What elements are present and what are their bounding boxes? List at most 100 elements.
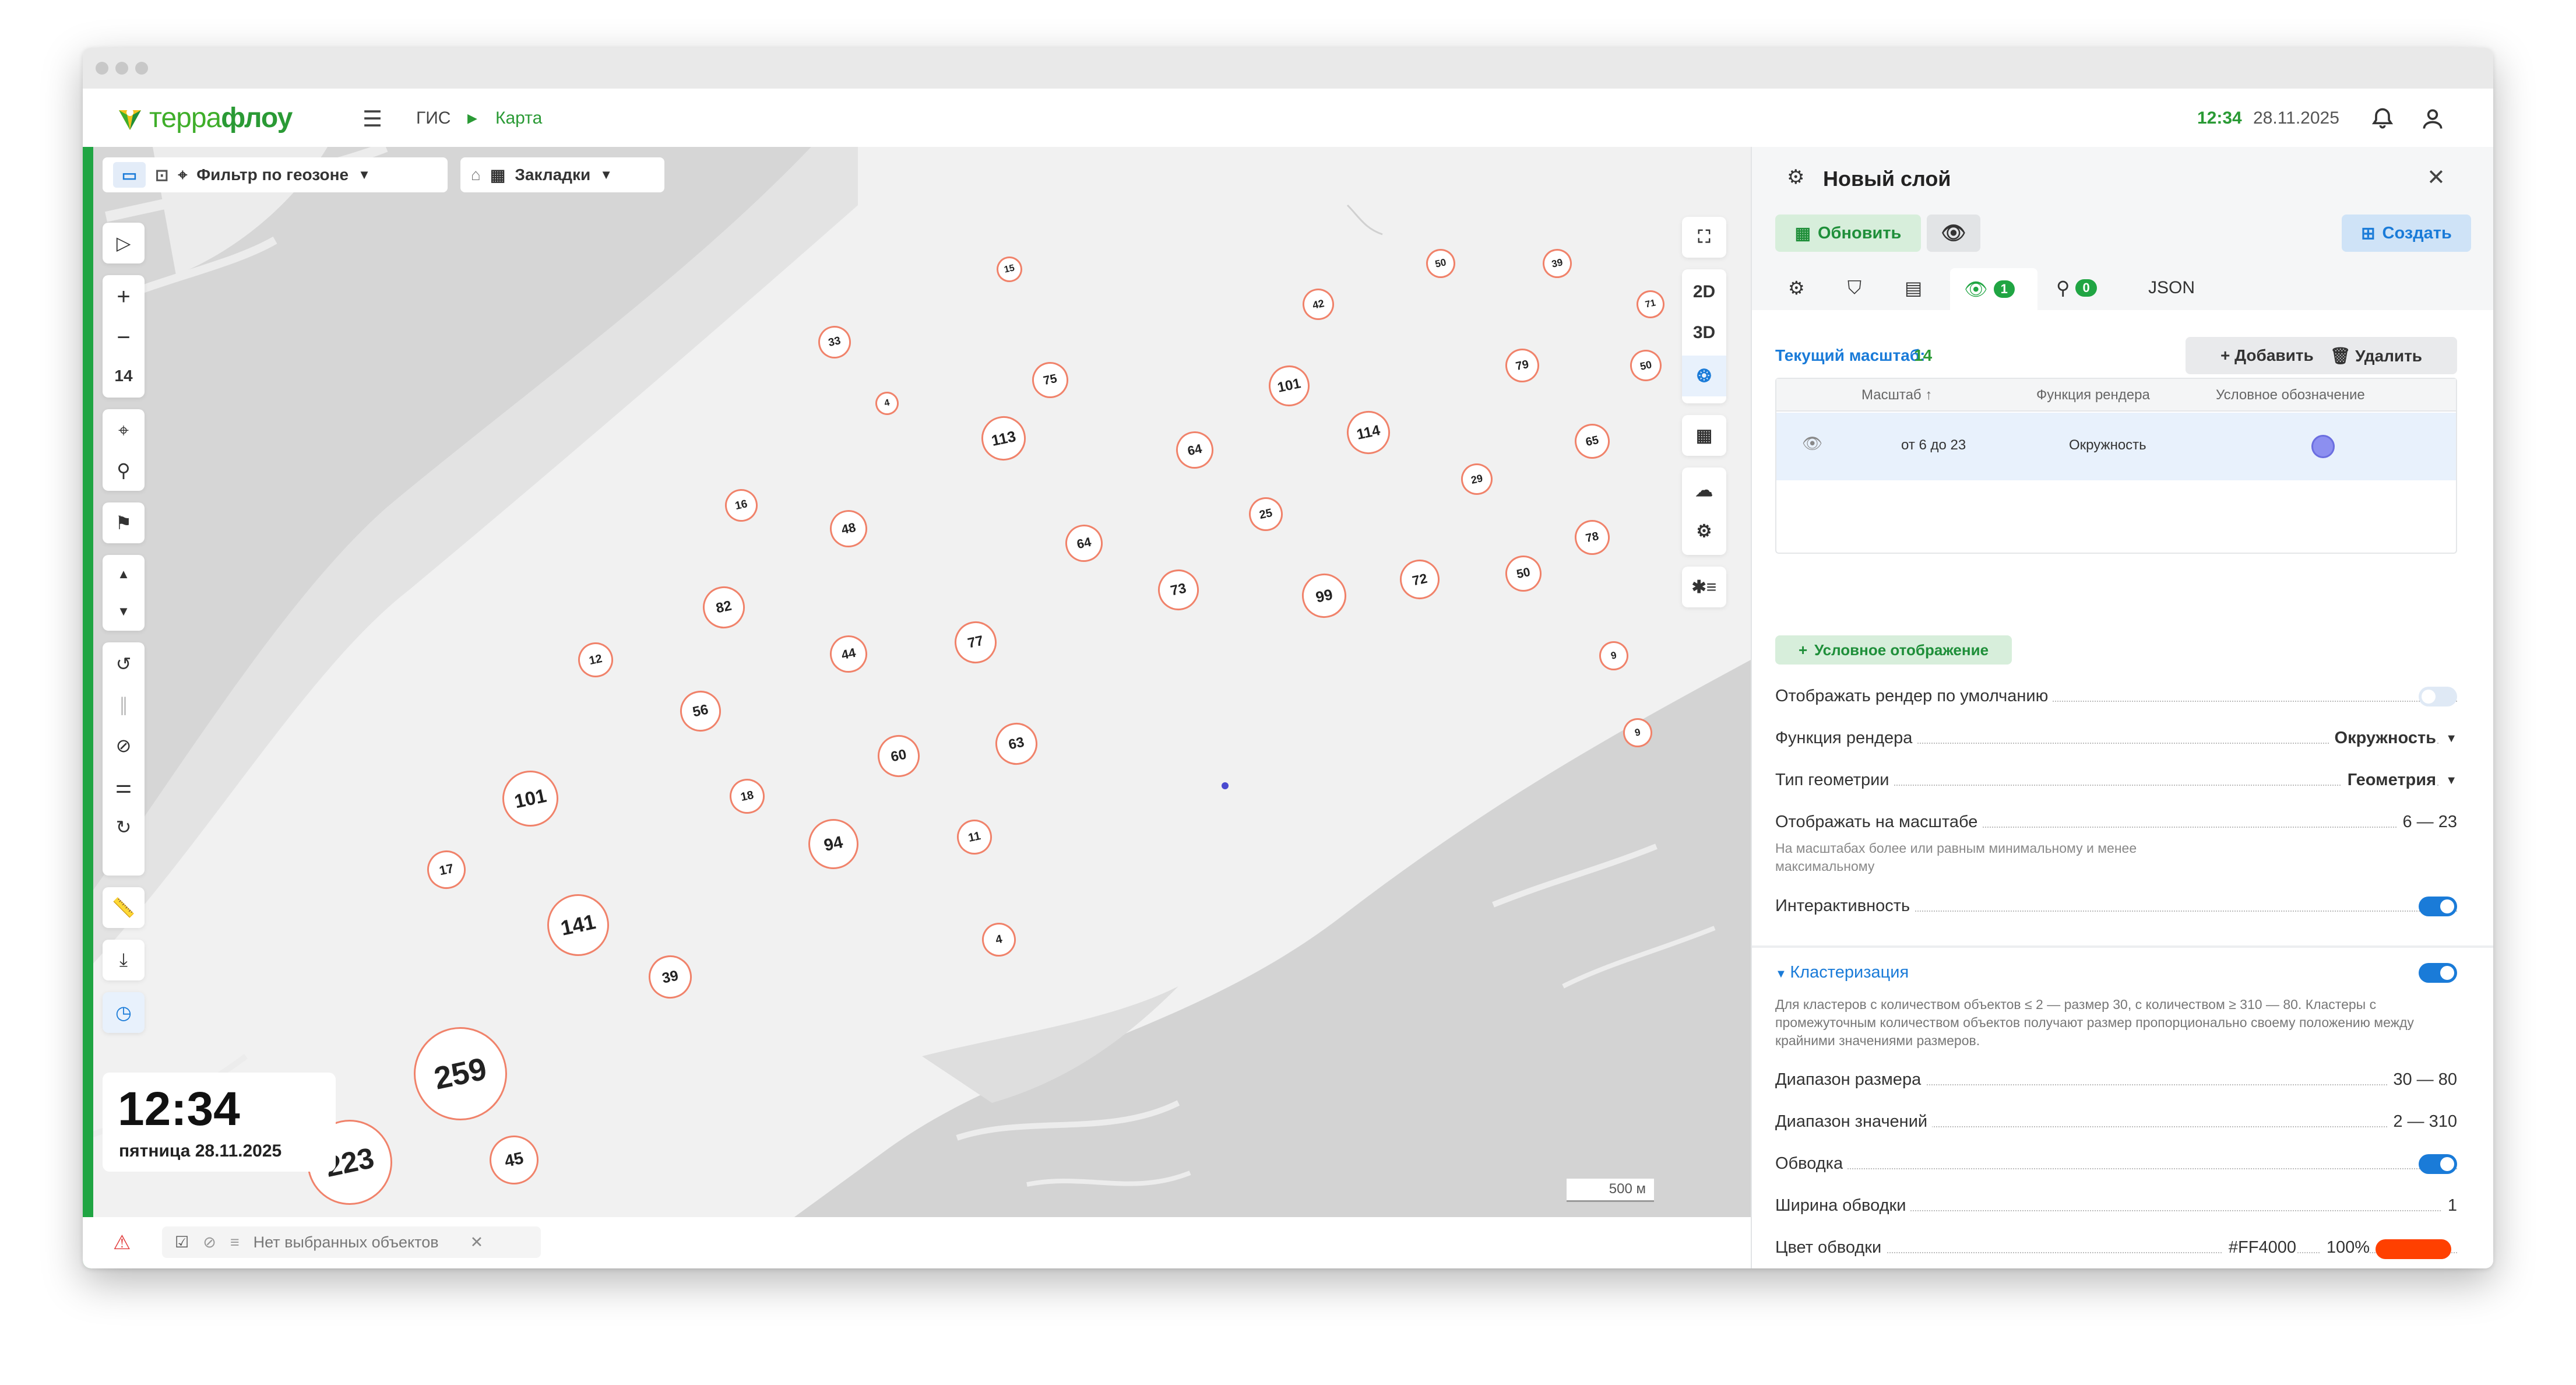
tab-settings[interactable]: ⚙ [1788,269,1805,307]
play-icon[interactable]: ▷ [103,224,145,262]
bell-icon[interactable] [2370,106,2395,132]
legend-icon[interactable]: ✱≡ [1682,567,1726,607]
cluster-count: 141 [558,909,598,940]
close-icon[interactable]: ✕ [2427,164,2445,191]
visibility-count-badge: 1 [1993,280,2015,298]
stroke-width-row: Ширина обводки 1 [1775,1194,2457,1219]
table-row[interactable]: 👁 от 6 до 23 Окружность [1776,413,2456,480]
stroke-color-swatch[interactable] [2376,1239,2451,1259]
window-control-dot[interactable] [115,62,128,75]
window-control-dot[interactable] [135,62,148,75]
map-book-icon: ▦ [490,166,506,184]
tab-visibility[interactable]: 👁 1 [1950,268,2037,310]
plus-icon: + [1798,641,1808,659]
deselect-icon[interactable]: ⊘ [203,1233,216,1252]
select-area-icon[interactable]: ▭ [113,162,146,188]
tab-json[interactable]: JSON [2148,269,2195,307]
select-region-icon[interactable]: ⊡ [155,166,168,185]
current-scale-value: 14 [1914,346,1933,364]
app-window: террафлоу ☰ ГИС ▶ Карта 12:34 28.11.2025 [83,48,2493,1268]
eye-icon[interactable]: 👁 [1802,434,1823,453]
chevron-down-icon[interactable]: ▼ [358,167,371,182]
cluster-count: 16 [734,498,749,512]
map-layers-icon[interactable]: ▦ [1682,415,1726,456]
settings-icon[interactable]: ⚙ [1682,511,1726,551]
stroke-color-value[interactable]: #FF4000 [2222,1238,2296,1257]
render-function-select[interactable]: Окружность [2328,729,2436,748]
analysis-group: ☁ ⚙ [1682,467,1726,555]
chevron-down-icon[interactable]: ▼ [600,167,613,182]
scale-bar: 500 м [1567,1179,1654,1202]
no-entry-icon[interactable]: ⊘ [103,726,145,765]
table-header-symbol: Условное обозначение [2216,387,2365,403]
map-pin-icon[interactable]: ⚑ [103,504,145,542]
clustering-toggle[interactable] [2419,963,2457,983]
stroke-width-value[interactable]: 1 [2441,1196,2457,1215]
size-range-value[interactable]: 30 — 80 [2387,1070,2457,1089]
stroke-color-label: Цвет обводки [1775,1238,1887,1257]
mode-3d-button[interactable]: 3D [1682,312,1726,353]
geometry-type-label: Тип геометрии [1775,771,1894,790]
display-scale-value[interactable]: 6 — 23 [2396,813,2457,832]
ruler-icon[interactable]: 📏 [103,888,145,927]
warning-icon[interactable]: ⚠ [113,1231,131,1254]
table-header-scale[interactable]: Масштаб ↑ [1861,379,1932,412]
bookmarks-dropdown[interactable]: Закладки [515,166,590,184]
preview-button[interactable]: 👁 [1927,215,1980,252]
panel-title: Новый слой [1823,167,1951,191]
tab-filter[interactable]: ⛉ [1847,269,1861,307]
tab-points[interactable]: ⚲ 0 [2056,269,2097,307]
crosshair-icon[interactable]: ⌖ [103,412,145,450]
tilt-up-button[interactable]: ▲ [103,555,145,593]
conditional-display-button[interactable]: + Условное отображение [1775,635,2012,665]
stroke-toggle[interactable] [2419,1154,2457,1174]
window-control-dot[interactable] [96,62,108,75]
cluster-count: 77 [966,632,985,652]
globe-icon[interactable]: ❂ [1682,356,1726,396]
create-button-label: Создать [2382,223,2452,242]
collapse-chevron-icon[interactable]: ▼ [1775,968,1790,980]
chevron-down-icon[interactable]: ▼ [2440,774,2457,788]
sliders-icon[interactable]: ⚌ [103,767,145,806]
interactivity-toggle[interactable] [2419,897,2457,916]
close-icon[interactable]: ✕ [470,1233,484,1252]
cluster-count: 82 [715,597,733,617]
zoom-in-button[interactable]: + [103,277,145,316]
tilt-down-button[interactable]: ▼ [103,592,145,631]
cluster-count: 9 [1610,649,1618,662]
list-icon: ≡ [230,1233,240,1251]
user-icon[interactable] [2420,106,2445,132]
size-range-row: Диапазон размера 30 — 80 [1775,1068,2457,1094]
checkbox-icon[interactable]: ☑ [175,1233,189,1252]
map-canvas[interactable]: 15 50 39 42 71 33 75 101 79 50 4 113 64 114 65 29 16 48 25… [83,147,1751,1268]
heat-icon[interactable]: ☁ [1682,470,1726,511]
refresh-icon[interactable]: ↻ [103,808,145,846]
clustering-title[interactable]: Кластеризация [1790,963,1909,982]
cluster-count: 18 [739,788,755,804]
mode-2d-button[interactable]: 2D [1682,272,1726,312]
breadcrumb-gis[interactable]: ГИС [416,108,451,128]
chevron-down-icon[interactable]: ▼ [2440,732,2457,746]
geometry-type-select[interactable]: Геометрия [2341,771,2436,790]
cluster-count: 44 [840,645,857,663]
download-icon[interactable]: ⤓ [103,941,145,979]
geozone-filter-dropdown[interactable]: Фильтр по геозоне [196,166,349,184]
add-button[interactable]: + Добавить [2220,346,2314,365]
value-range-value[interactable]: 2 — 310 [2387,1112,2457,1131]
fullscreen-icon[interactable]: ⛶ [1682,217,1726,258]
home-icon[interactable]: ⌂ [471,166,481,184]
clock-icon[interactable]: ◷ [103,993,145,1032]
symbol-swatch [2311,435,2335,458]
app-logo[interactable]: террафлоу [114,101,293,134]
zoom-out-button[interactable]: − [103,318,145,357]
search-icon[interactable]: ⚲ [103,451,145,490]
cluster-count: 25 [1258,506,1274,522]
create-button[interactable]: ⊞ Создать [2342,215,2471,252]
default-render-toggle[interactable] [2419,687,2457,706]
rotate-icon[interactable]: ↺ [103,645,145,683]
tab-comments[interactable]: ▤ [1905,269,1922,307]
update-button[interactable]: ▦ Обновить [1775,215,1921,252]
delete-button[interactable]: 🗑 Удалить [2330,346,2422,365]
menu-icon[interactable]: ☰ [363,106,382,132]
stroke-opacity-value[interactable]: 100% [2320,1238,2370,1257]
